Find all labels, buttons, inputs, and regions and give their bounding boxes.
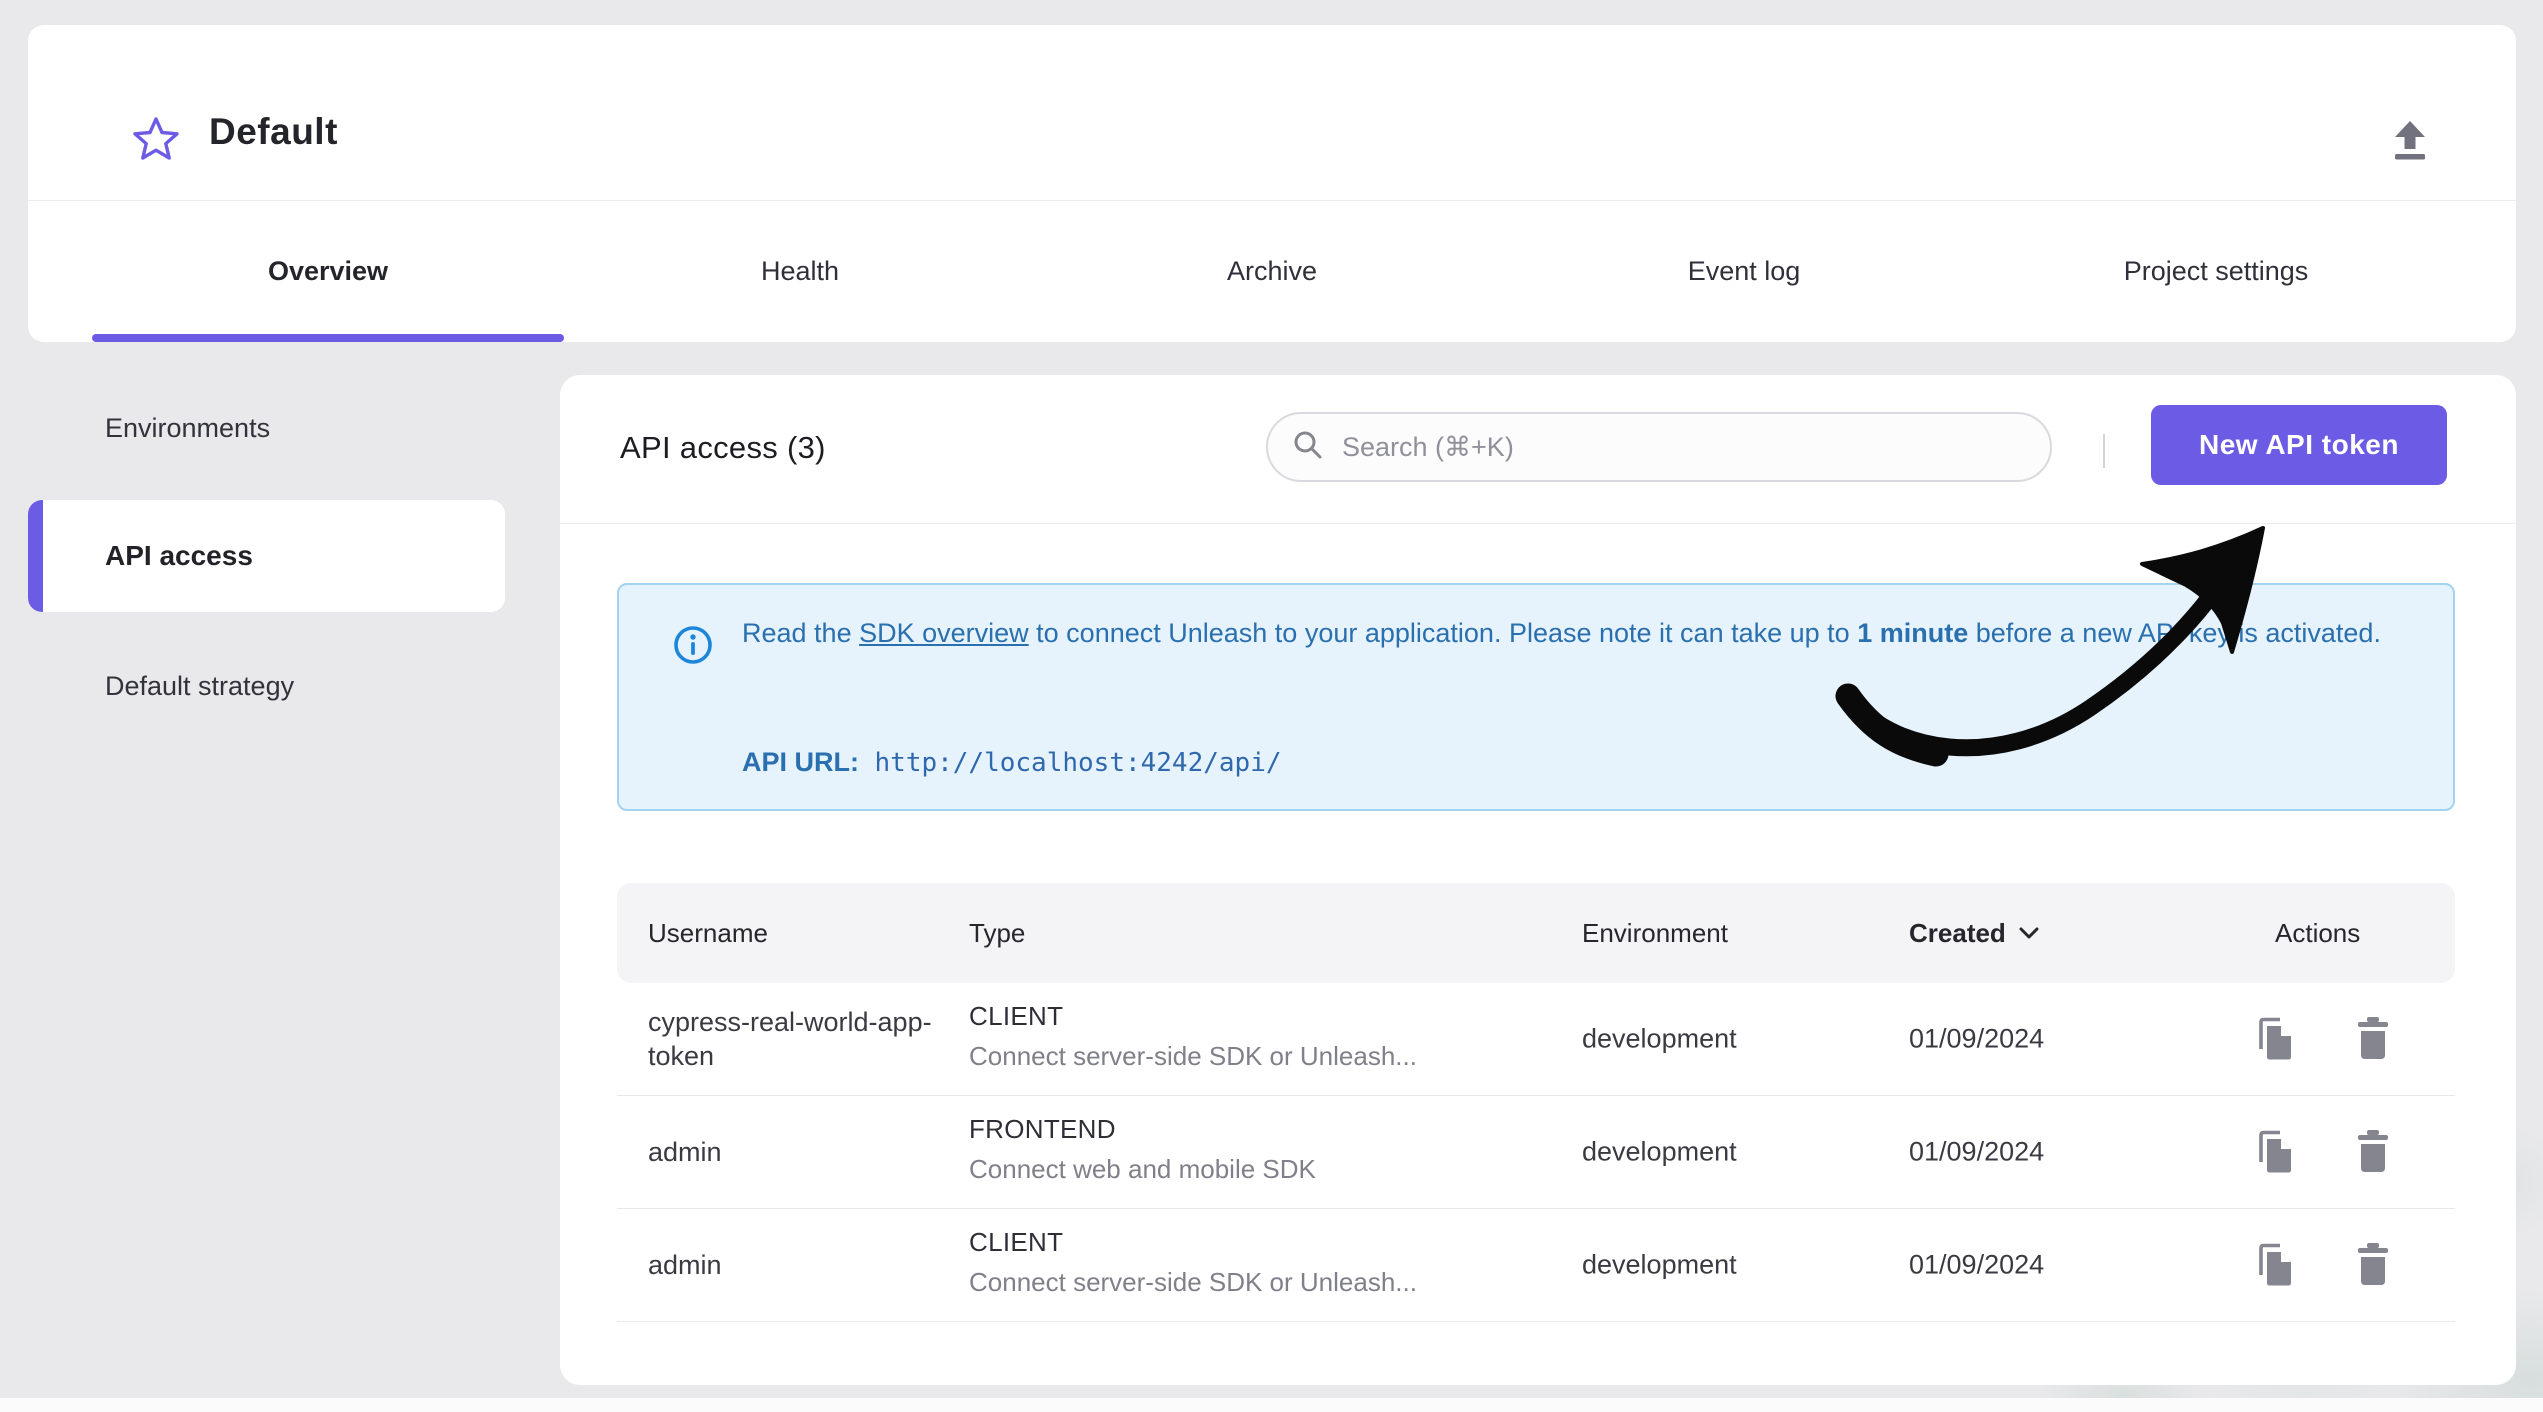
api-url-value: http://localhost:4242/api/ — [874, 748, 1282, 778]
type-description: Connect server-side SDK or Unleash... — [969, 1267, 1417, 1297]
export-button[interactable] — [2380, 110, 2440, 170]
tab-project-settings[interactable]: Project settings — [1980, 201, 2452, 342]
username-cell: admin — [648, 1137, 722, 1167]
panel-title: API access (3) — [620, 430, 826, 465]
type-cell: FRONTEND — [969, 1114, 1116, 1144]
created-cell: 01/09/2024 — [1909, 1249, 2045, 1280]
type-description: Connect server-side SDK or Unleash... — [969, 1041, 1417, 1071]
sidebar-item-default-strategy[interactable]: Default strategy — [28, 664, 505, 708]
environment-cell: development — [1582, 1249, 1737, 1280]
username-cell: cypress-real-world-app-token — [648, 1007, 932, 1071]
upload-icon — [2387, 116, 2433, 165]
type-cell: CLIENT — [969, 1001, 1064, 1031]
tab-overview[interactable]: Overview — [92, 201, 564, 342]
delete-token-button[interactable] — [2347, 1013, 2399, 1065]
trash-icon — [2354, 1128, 2392, 1177]
search-icon — [1292, 429, 1324, 466]
toolbar-divider — [2103, 434, 2105, 468]
copy-token-button[interactable] — [2247, 1239, 2299, 1291]
active-tab-indicator — [92, 334, 564, 342]
search-input[interactable] — [1342, 431, 2026, 463]
copy-icon — [2250, 1126, 2296, 1179]
api-url-line: API URL: http://localhost:4242/api/ — [742, 747, 1282, 778]
delete-token-button[interactable] — [2347, 1239, 2399, 1291]
api-url-label: API URL: — [742, 747, 859, 777]
created-cell: 01/09/2024 — [1909, 1136, 2045, 1167]
copy-icon — [2250, 1013, 2296, 1066]
tab-archive[interactable]: Archive — [1036, 201, 1508, 342]
copy-token-button[interactable] — [2247, 1126, 2299, 1178]
token-row: cypress-real-world-app-token CLIENT Conn… — [617, 983, 2455, 1096]
column-header-created[interactable]: Created — [1909, 883, 2040, 983]
chevron-down-icon — [2018, 926, 2040, 940]
type-description: Connect web and mobile SDK — [969, 1154, 1316, 1184]
project-tabs: Overview Health Archive Event log Projec… — [92, 201, 2452, 342]
created-cell: 01/09/2024 — [1909, 1023, 2045, 1054]
environment-cell: development — [1582, 1023, 1737, 1054]
panel-divider — [560, 523, 2516, 524]
trash-icon — [2354, 1241, 2392, 1290]
token-row: admin FRONTEND Connect web and mobile SD… — [617, 1096, 2455, 1209]
project-header-card: Default Overview Health Archive Event lo… — [28, 25, 2516, 342]
sidebar-item-label: API access — [105, 540, 253, 571]
star-icon — [132, 115, 180, 166]
column-header-actions: Actions — [2275, 917, 2361, 948]
new-api-token-button[interactable]: New API token — [2151, 405, 2447, 485]
tab-event-log[interactable]: Event log — [1508, 201, 1980, 342]
column-header-username[interactable]: Username — [648, 883, 768, 983]
username-cell: admin — [648, 1250, 722, 1280]
favorite-star-button[interactable] — [128, 112, 184, 168]
info-alert: Read the SDK overview to connect Unleash… — [617, 583, 2455, 811]
tokens-table: Username Type Environment Created Action… — [617, 883, 2455, 1322]
sidebar-item-environments[interactable]: Environments — [28, 406, 505, 450]
active-item-bar — [28, 500, 43, 612]
page-title: Default — [209, 111, 338, 152]
tab-health[interactable]: Health — [564, 201, 1036, 342]
delete-token-button[interactable] — [2347, 1126, 2399, 1178]
type-cell: CLIENT — [969, 1227, 1064, 1257]
bottom-strip — [0, 1398, 2543, 1412]
table-header: Username Type Environment Created Action… — [617, 883, 2455, 983]
sdk-overview-link[interactable]: SDK overview — [859, 618, 1029, 648]
page-background: Default Overview Health Archive Event lo… — [0, 0, 2543, 1412]
column-header-environment[interactable]: Environment — [1582, 883, 1728, 983]
environment-cell: development — [1582, 1136, 1737, 1167]
token-row: admin CLIENT Connect server-side SDK or … — [617, 1209, 2455, 1322]
trash-icon — [2354, 1015, 2392, 1064]
copy-token-button[interactable] — [2247, 1013, 2299, 1065]
search-box[interactable] — [1266, 412, 2052, 482]
copy-icon — [2250, 1239, 2296, 1292]
sidebar-item-api-access[interactable]: API access — [28, 500, 505, 612]
api-access-panel: API access (3) New API token — [560, 375, 2516, 1385]
info-icon — [672, 624, 714, 671]
column-header-type[interactable]: Type — [969, 883, 1025, 983]
alert-text: Read the SDK overview to connect Unleash… — [742, 618, 2381, 648]
